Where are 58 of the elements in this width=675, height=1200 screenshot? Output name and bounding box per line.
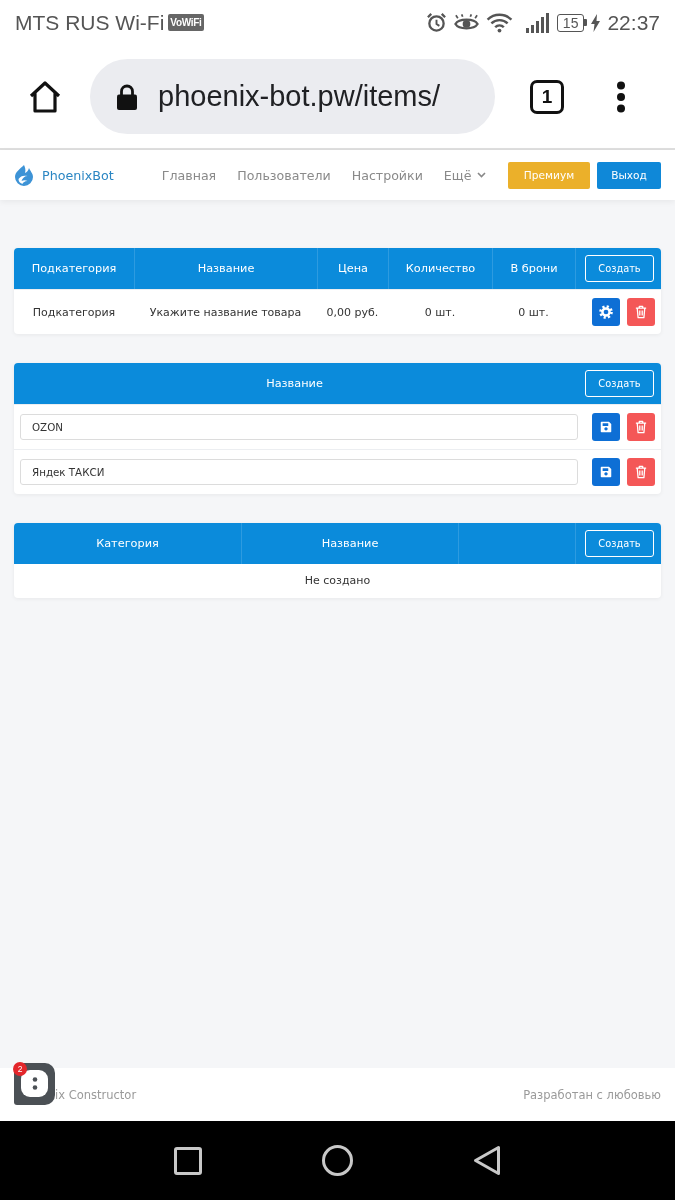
delete-button[interactable] (627, 458, 655, 486)
column-header: Категория (95, 536, 160, 552)
name-input[interactable]: Яндек ТАКСИ (20, 459, 578, 485)
delete-button[interactable] (627, 413, 655, 441)
create-button[interactable]: Создать (585, 530, 654, 557)
lock-icon (117, 83, 137, 110)
gear-icon (599, 305, 613, 319)
table-cell-text: 0 шт. (423, 305, 457, 319)
nav-link[interactable]: Пользователи (237, 167, 331, 183)
table-cell-text: 0,00 руб. (325, 305, 380, 319)
column-header: В брони (492, 248, 575, 289)
signal-icon (524, 12, 550, 33)
premium-button[interactable]: Премиум (508, 161, 590, 189)
column-header: Цена (317, 248, 388, 289)
vowifi-badge: VoWiFi (168, 14, 204, 31)
delete-button[interactable] (627, 298, 655, 326)
table-cell-text: Укажите название товара (148, 305, 303, 319)
nav-link[interactable]: Ещё (443, 167, 487, 183)
footer-text: ix Constructor (55, 1087, 137, 1102)
footer-text: Разработан с любовью (523, 1087, 661, 1102)
column-header: Название (134, 248, 317, 289)
trash-icon (635, 465, 647, 479)
table-cell-text: 0 шт. (517, 305, 550, 319)
alarm-clock-icon (425, 12, 447, 33)
back-icon[interactable] (473, 1145, 501, 1176)
carrier-name: MTS RUS Wi-Fi (15, 10, 165, 35)
create-button[interactable]: Создать (585, 255, 654, 282)
address-bar[interactable]: phoenix-bot.pw/items/ (90, 59, 495, 134)
home-icon[interactable] (28, 79, 62, 114)
charging-bolt-icon (591, 13, 601, 32)
column-header: Название (265, 376, 324, 392)
menu-icon[interactable] (616, 80, 626, 113)
create-button[interactable]: Создать (585, 370, 654, 397)
save-button[interactable] (592, 458, 620, 486)
column-header: Подкатегория (30, 261, 118, 277)
battery-percent: 15 (556, 13, 585, 32)
chevron-down-icon (477, 172, 487, 178)
tab-switcher-button[interactable]: 1 (530, 79, 564, 114)
name-input[interactable]: OZON (20, 414, 578, 440)
nav-link[interactable]: Главная (161, 167, 217, 183)
eye-icon (453, 13, 479, 32)
settings-button[interactable] (592, 298, 620, 326)
column-header: Название (241, 523, 458, 564)
square-icon[interactable] (174, 1146, 202, 1175)
circle-icon[interactable] (322, 1145, 353, 1176)
wifi-icon (485, 12, 513, 33)
column-header: Количество (388, 248, 492, 289)
logo-icon[interactable] (14, 164, 34, 186)
brand-link[interactable]: PhoenixBot (42, 167, 114, 183)
chat-bubble-icon[interactable] (14, 1063, 55, 1106)
empty-message: Не создано (303, 573, 372, 589)
trash-icon (635, 420, 647, 434)
clock-time: 22:37 (607, 10, 660, 35)
nav-link[interactable]: Настройки (351, 167, 423, 183)
logout-button[interactable]: Выход (597, 161, 661, 189)
trash-icon (635, 305, 647, 319)
save-button[interactable] (592, 413, 620, 441)
table-cell-text: Подкатегория (31, 305, 117, 319)
